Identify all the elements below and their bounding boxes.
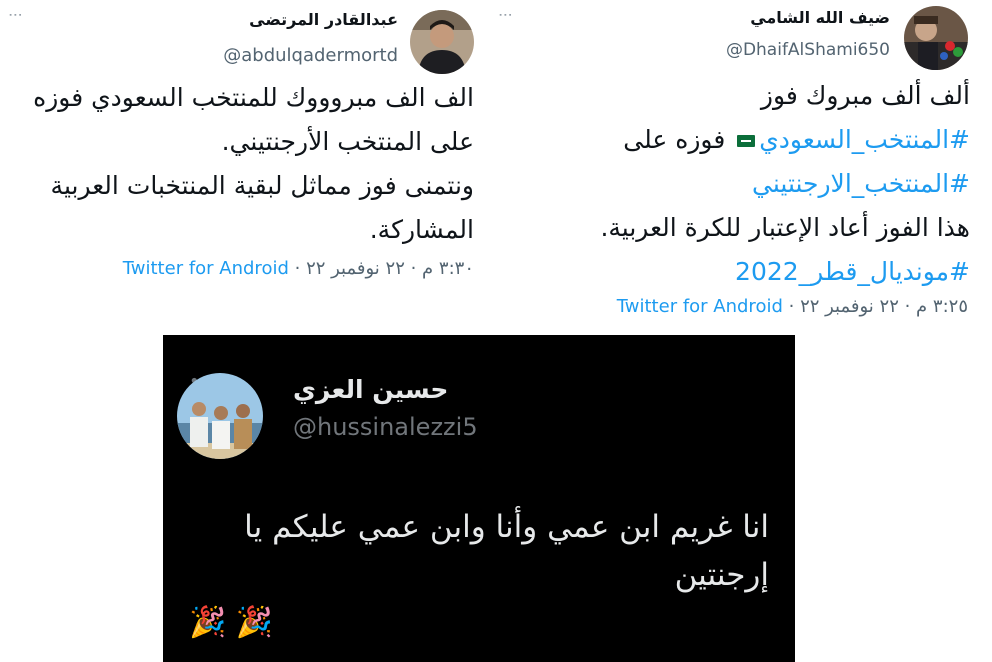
tweet-text: الف الف مبروووك للمنتخب السعودي فوزه على… — [6, 76, 474, 252]
hashtag-saudi[interactable]: #المنتخب_السعودي — [759, 125, 970, 154]
display-name[interactable]: حسين العزي — [293, 375, 448, 404]
tweet-text-line: ألف ألف مبروك فوز — [760, 81, 970, 110]
tweet-text-paragraph: ونتمنى فوز مماثل لبقية المنتخبات العربية… — [50, 171, 474, 244]
hashtag-mondial-qatar[interactable]: #مونديال_قطر_2022 — [735, 257, 970, 286]
tweet-text: انا غريم ابن عمي وأنا وابن عمي عليكم يا … — [244, 509, 769, 593]
tweet-text-fragment: فوزه على — [623, 125, 726, 154]
tweet-text-line: هذا الفوز أعاد الإعتبار للكرة العربية. — [600, 213, 970, 242]
user-handle[interactable]: @abdulqadermortd — [223, 45, 398, 66]
user-handle[interactable]: @DhaifAlShami650 — [726, 40, 890, 60]
tweet-text-paragraph: الف الف مبروووك للمنتخب السعودي فوزه على… — [33, 83, 474, 156]
tweet-meta: ٣:٢٥ م · ٢٢ نوفمبر ٢٢ · Twitter for Andr… — [617, 296, 968, 317]
saudi-flag-icon — [737, 135, 756, 147]
timestamp[interactable]: ٣:٢٥ م · ٢٢ نوفمبر ٢٢ · — [783, 296, 968, 317]
avatar[interactable] — [904, 6, 968, 70]
hashtag-argentina[interactable]: #المنتخب_الارجنتيني — [752, 169, 970, 198]
user-handle[interactable]: @hussinalezzi5 — [293, 413, 478, 441]
source-app[interactable]: Twitter for Android — [617, 296, 783, 317]
avatar[interactable] — [410, 10, 474, 74]
more-options-icon[interactable]: ⋮ — [7, 8, 23, 23]
display-name[interactable]: ضيف الله الشامي — [750, 8, 890, 27]
tweet-abdulqader[interactable]: ⋮ عبدالقادر المرتضى @abdulqadermortd الف… — [0, 0, 490, 300]
display-name[interactable]: عبدالقادر المرتضى — [249, 10, 398, 29]
party-popper-icon: 🎉 🎉 — [189, 605, 274, 640]
source-app[interactable]: Twitter for Android — [123, 258, 289, 279]
timestamp[interactable]: ٣:٣٠ م · ٢٢ نوفمبر ٢٢ · — [289, 258, 474, 279]
tweet-dhaif-alshami[interactable]: ⋮ ضيف الله الشامي @DhaifAlShami650 ألف أ… — [490, 0, 992, 330]
tweet-hussin-alezzi[interactable]: ••• حسين العزي @hussinalezzi5 انا غريم ا… — [163, 335, 795, 662]
tweet-meta: ٣:٣٠ م · ٢٢ نوفمبر ٢٢ · Twitter for Andr… — [123, 258, 474, 279]
more-options-icon[interactable]: ⋮ — [497, 8, 513, 23]
avatar[interactable] — [177, 373, 263, 459]
tweet-text: ألف ألف مبروك فوز #المنتخب_السعودي فوزه … — [494, 74, 970, 294]
